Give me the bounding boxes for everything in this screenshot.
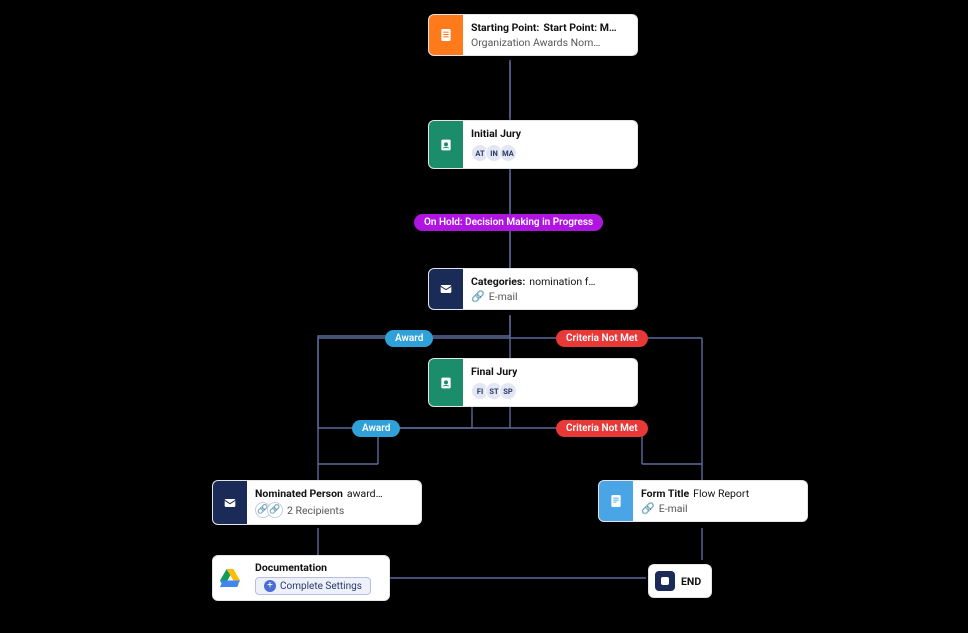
initial-jury-avatars: AT IN MA (471, 144, 521, 162)
pill-criteria-2[interactable]: Criteria Not Met (556, 420, 648, 437)
node-end[interactable]: END (648, 564, 712, 598)
nominated-value: award… (347, 487, 383, 500)
link-icon: 🔗 (267, 502, 283, 518)
categories-link: E-mail (489, 290, 518, 303)
mail-icon (213, 481, 247, 524)
pill-criteria-1[interactable]: Criteria Not Met (556, 330, 648, 347)
start-title-label: Starting Point: (471, 21, 539, 34)
pill-award-1[interactable]: Award (385, 330, 433, 347)
form-title-value: Flow Report (693, 487, 749, 500)
final-jury-avatars: FI ST SP (471, 382, 517, 400)
node-form-report[interactable]: Form Title Flow Report 🔗 E-mail (598, 480, 808, 522)
plus-icon: + (264, 580, 276, 592)
categories-title-value: nomination f… (529, 275, 595, 288)
start-title-value: Start Point: M… (543, 21, 616, 34)
jury-icon (429, 359, 463, 406)
node-final-jury[interactable]: Final Jury FI ST SP (428, 358, 638, 407)
pill-on-hold[interactable]: On Hold: Decision Making in Progress (414, 214, 603, 231)
node-documentation[interactable]: Documentation + Complete Settings (212, 555, 390, 601)
gdrive-icon (213, 556, 247, 600)
node-categories[interactable]: Categories: nomination f… 🔗 E-mail (428, 268, 638, 310)
avatar: MA (499, 144, 517, 162)
pill-award-2[interactable]: Award (352, 420, 400, 437)
document-icon (429, 15, 463, 55)
node-initial-jury[interactable]: Initial Jury AT IN MA (428, 120, 638, 169)
node-nominated-person[interactable]: Nominated Person award… 🔗 🔗 2 Recipients (212, 480, 422, 525)
avatar: SP (499, 382, 517, 400)
categories-title-label: Categories: (471, 275, 525, 288)
form-icon (599, 481, 633, 521)
jury-icon (429, 121, 463, 168)
mail-icon (429, 269, 463, 309)
form-title-label: Form Title (641, 487, 689, 500)
initial-jury-title: Initial Jury (471, 127, 521, 140)
nominated-label: Nominated Person (255, 487, 343, 500)
complete-settings-label: Complete Settings (280, 581, 362, 592)
link-icon: 🔗 (471, 290, 485, 303)
stop-icon (655, 571, 675, 591)
final-jury-title: Final Jury (471, 365, 517, 378)
node-starting-point[interactable]: Starting Point: Start Point: M… Organiza… (428, 14, 638, 56)
edges-layer (0, 0, 968, 633)
documentation-title: Documentation (255, 561, 327, 574)
workflow-canvas: Starting Point: Start Point: M… Organiza… (0, 0, 968, 633)
link-icon: 🔗 (641, 502, 655, 515)
nominated-recipients: 2 Recipients (287, 504, 344, 517)
complete-settings-button[interactable]: + Complete Settings (255, 577, 371, 595)
end-label: END (681, 575, 701, 588)
start-subtitle: Organization Awards Nom… (471, 36, 617, 49)
form-link: E-mail (659, 502, 688, 515)
